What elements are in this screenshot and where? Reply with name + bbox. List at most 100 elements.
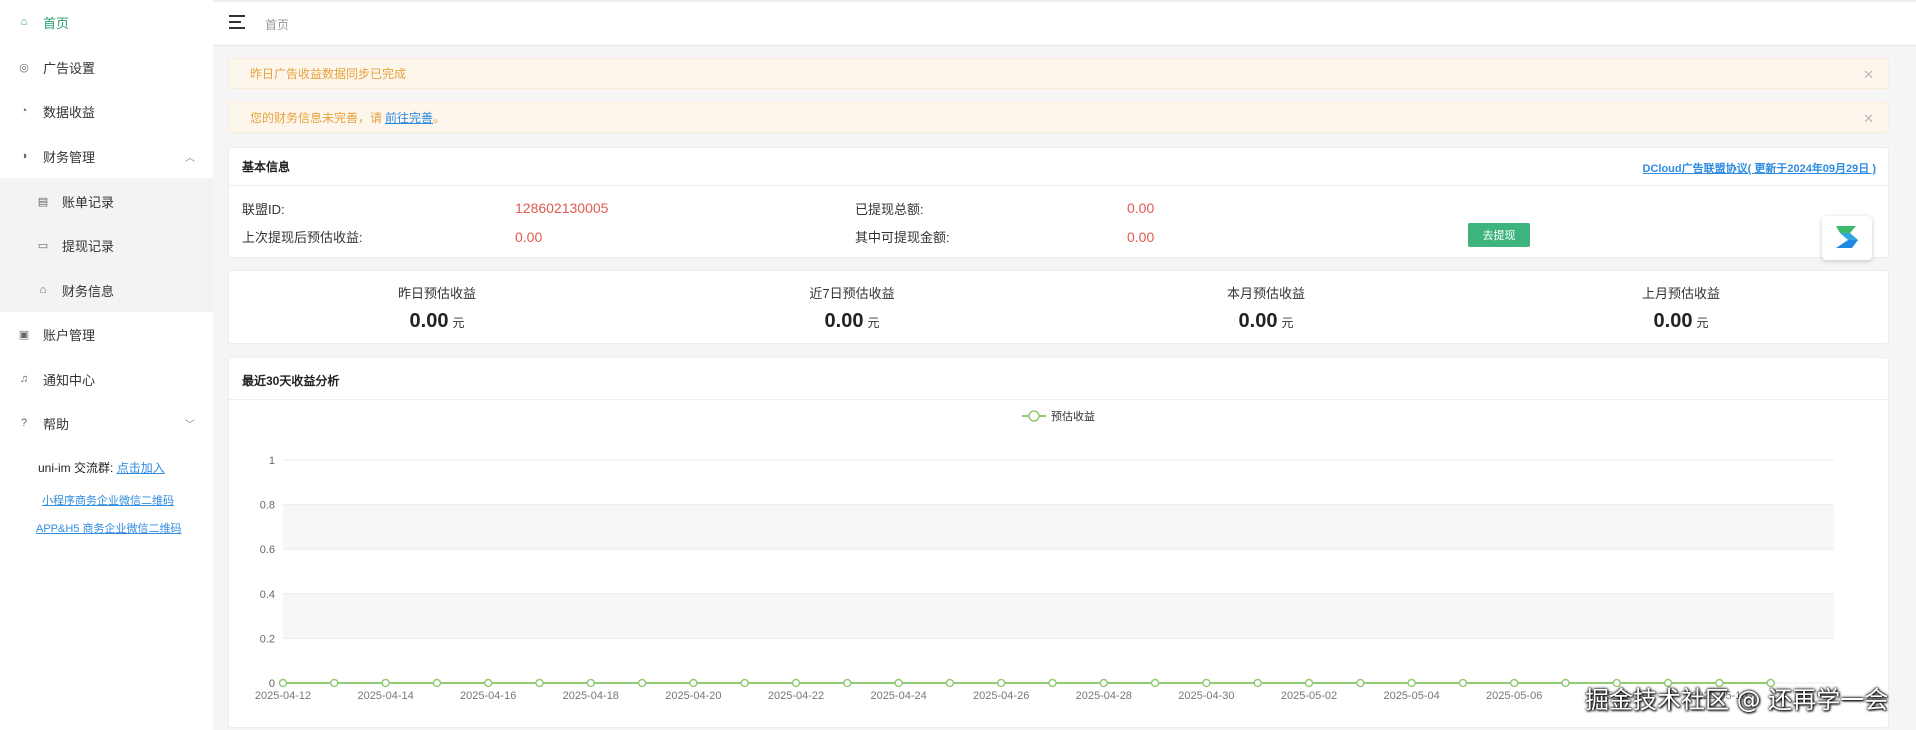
data-point <box>1509 678 1519 688</box>
data-point <box>330 678 339 688</box>
data-point <box>637 678 647 688</box>
sidebar-item-data-revenue[interactable]: ◔ 数据收益 <box>0 89 213 133</box>
alert-text: 您的财务信息未完善，请 <box>250 111 383 125</box>
home-icon: ⌂ <box>20 16 28 28</box>
help-icon: ? <box>20 417 28 429</box>
data-point <box>1407 678 1416 688</box>
menu-toggle-icon[interactable] <box>229 15 245 29</box>
breadcrumb: 首页 <box>265 18 290 32</box>
miniprogram-qrcode-link[interactable]: 小程序商务企业微信二维码 <box>42 492 174 508</box>
chevron-down-icon: ﹀ <box>185 419 195 431</box>
sidebar-item-help[interactable]: ? 帮助 ﹀ <box>0 401 213 445</box>
divider <box>229 185 1888 186</box>
y-tick-label: 1 <box>269 455 275 467</box>
sidebar-item-withdraw-records[interactable]: ▭ 提现记录 <box>0 223 213 267</box>
top-bar: 首页 <box>213 0 1916 46</box>
legend-label: 预估收益 <box>1051 409 1095 423</box>
data-point <box>791 678 801 688</box>
stat-value: 0.00 元 <box>1653 310 1709 332</box>
data-point <box>1356 678 1365 688</box>
data-point <box>894 678 903 688</box>
union-id-label: 联盟ID: <box>242 202 285 217</box>
sidebar-item-ad-settings[interactable]: ◎ 广告设置 <box>0 45 213 89</box>
alert-text: 昨日广告收益数据同步已完成 <box>250 67 407 81</box>
revenue-chart-card: 最近30天收益分析 0 0.2 0.4 0.6 0.8 1 2025-04-12 2025-0… <box>228 357 1889 728</box>
sidebar-item-label: 数据收益 <box>43 104 96 120</box>
basic-info-card: 基本信息 DCloud广告联盟协议( 更新于2024年09月29日 ) 联盟ID… <box>228 147 1889 260</box>
sidebar-item-label: 账户管理 <box>43 327 96 343</box>
sidebar-item-label: 广告设置 <box>43 60 96 76</box>
data-point <box>843 678 852 688</box>
since-last-label: 上次提现后预估收益: <box>242 230 363 245</box>
app-h5-qrcode-link[interactable]: APP&H5 商务企业微信二维码 <box>36 520 181 536</box>
data-point <box>689 678 698 688</box>
line-chart: 0 0.2 0.4 0.6 0.8 1 2025-04-12 2025-04-14 2025-0… <box>255 409 1834 702</box>
legend-marker <box>1028 410 1040 422</box>
y-tick-label: 0.8 <box>260 500 275 512</box>
x-tick-label: 2025-04-16 <box>460 690 516 702</box>
bell-icon: ♫ <box>19 373 29 385</box>
basic-info-title: 基本信息 <box>242 160 291 174</box>
sidebar-item-label: 首页 <box>43 15 70 31</box>
withdrawn-total-label: 已提现总额: <box>855 202 924 217</box>
dcloud-logo-icon[interactable] <box>1822 216 1872 260</box>
stat-unit: 元 <box>1281 316 1294 330</box>
complete-finance-link[interactable]: 前往完善 <box>385 109 433 126</box>
stat-yesterday: 昨日预估收益 0.00 元 <box>337 283 537 333</box>
sidebar-item-label: 提现记录 <box>62 238 115 254</box>
stat-unit: 元 <box>1696 316 1709 330</box>
stat-last-7-days: 近7日预估收益 0.00 元 <box>752 283 952 333</box>
sidebar-item-finance[interactable]: ◑ 财务管理 ︿ <box>0 134 213 178</box>
data-point <box>1202 678 1211 688</box>
sidebar-item-label: 通知中心 <box>43 372 96 388</box>
qq-group-line: uni-im 交流群: 点击加入 <box>38 459 165 476</box>
sidebar-item-home[interactable]: ⌂ 首页 <box>0 0 213 44</box>
stat-label: 近7日预估收益 <box>809 286 895 301</box>
data-point <box>996 678 1006 688</box>
agreement-link[interactable]: DCloud广告联盟协议( 更新于2024年09月29日 ) <box>1643 160 1876 176</box>
data-point <box>1458 678 1468 688</box>
x-tick-label: 2025-04-28 <box>1076 690 1132 702</box>
x-tick-label: 2025-05-02 <box>1281 690 1337 702</box>
close-icon[interactable]: ✕ <box>1863 67 1874 83</box>
stat-value: 0.00 元 <box>1238 310 1294 332</box>
close-icon[interactable]: ✕ <box>1863 111 1874 127</box>
target-icon: ◎ <box>19 61 29 74</box>
y-tick-label: 0 <box>269 678 275 690</box>
stat-unit: 元 <box>452 316 465 330</box>
account-icon: ▣ <box>18 328 30 341</box>
data-point <box>1304 678 1314 688</box>
grid-band <box>283 504 1834 550</box>
alert-sync-complete: 昨日广告收益数据同步已完成 ✕ <box>228 58 1889 89</box>
stat-value: 0.00 元 <box>409 310 465 332</box>
data-point <box>278 678 288 688</box>
sidebar-item-bill-records[interactable]: ▤ 账单记录 <box>0 179 213 223</box>
data-point <box>586 678 596 688</box>
stat-last-month: 上月预估收益 0.00 元 <box>1581 283 1781 333</box>
x-tick-label: 2025-05-06 <box>1486 690 1542 702</box>
grid-band <box>283 593 1834 639</box>
stat-label: 本月预估收益 <box>1226 286 1305 301</box>
finance-icon: ◑ <box>20 150 28 162</box>
withdraw-button[interactable]: 去提现 <box>1468 223 1530 247</box>
alert-finance-incomplete: 您的财务信息未完善，请 前往完善 。 ✕ <box>228 102 1889 133</box>
y-tick-label: 0.6 <box>260 544 275 556</box>
x-tick-label: 2025-04-30 <box>1178 690 1234 702</box>
data-point <box>945 678 955 688</box>
stat-value: 0.00 元 <box>824 310 880 332</box>
sidebar-item-account[interactable]: ▣ 账户管理 <box>0 312 213 356</box>
revenue-stats-card: 昨日预估收益 0.00 元 近7日预估收益 0.00 元 本月预估收益 0.00 元 … <box>228 270 1889 344</box>
qq-group-join-link[interactable]: 点击加入 <box>117 461 165 475</box>
sidebar-item-label: 财务管理 <box>43 149 96 165</box>
x-tick-label: 2025-04-18 <box>563 690 619 702</box>
data-point <box>432 678 442 688</box>
sidebar-item-finance-info[interactable]: ⌂ 财务信息 <box>0 268 213 312</box>
sidebar-item-label: 账单记录 <box>62 194 115 210</box>
x-tick-label: 2025-05-04 <box>1383 690 1439 702</box>
bill-icon: ▤ <box>37 195 49 208</box>
sidebar-item-notifications[interactable]: ♫ 通知中心 <box>0 357 213 401</box>
wallet-icon: ▭ <box>37 239 49 252</box>
sidebar-item-label: 财务信息 <box>62 283 115 299</box>
stat-unit: 元 <box>867 316 880 330</box>
data-point <box>1561 678 1570 688</box>
